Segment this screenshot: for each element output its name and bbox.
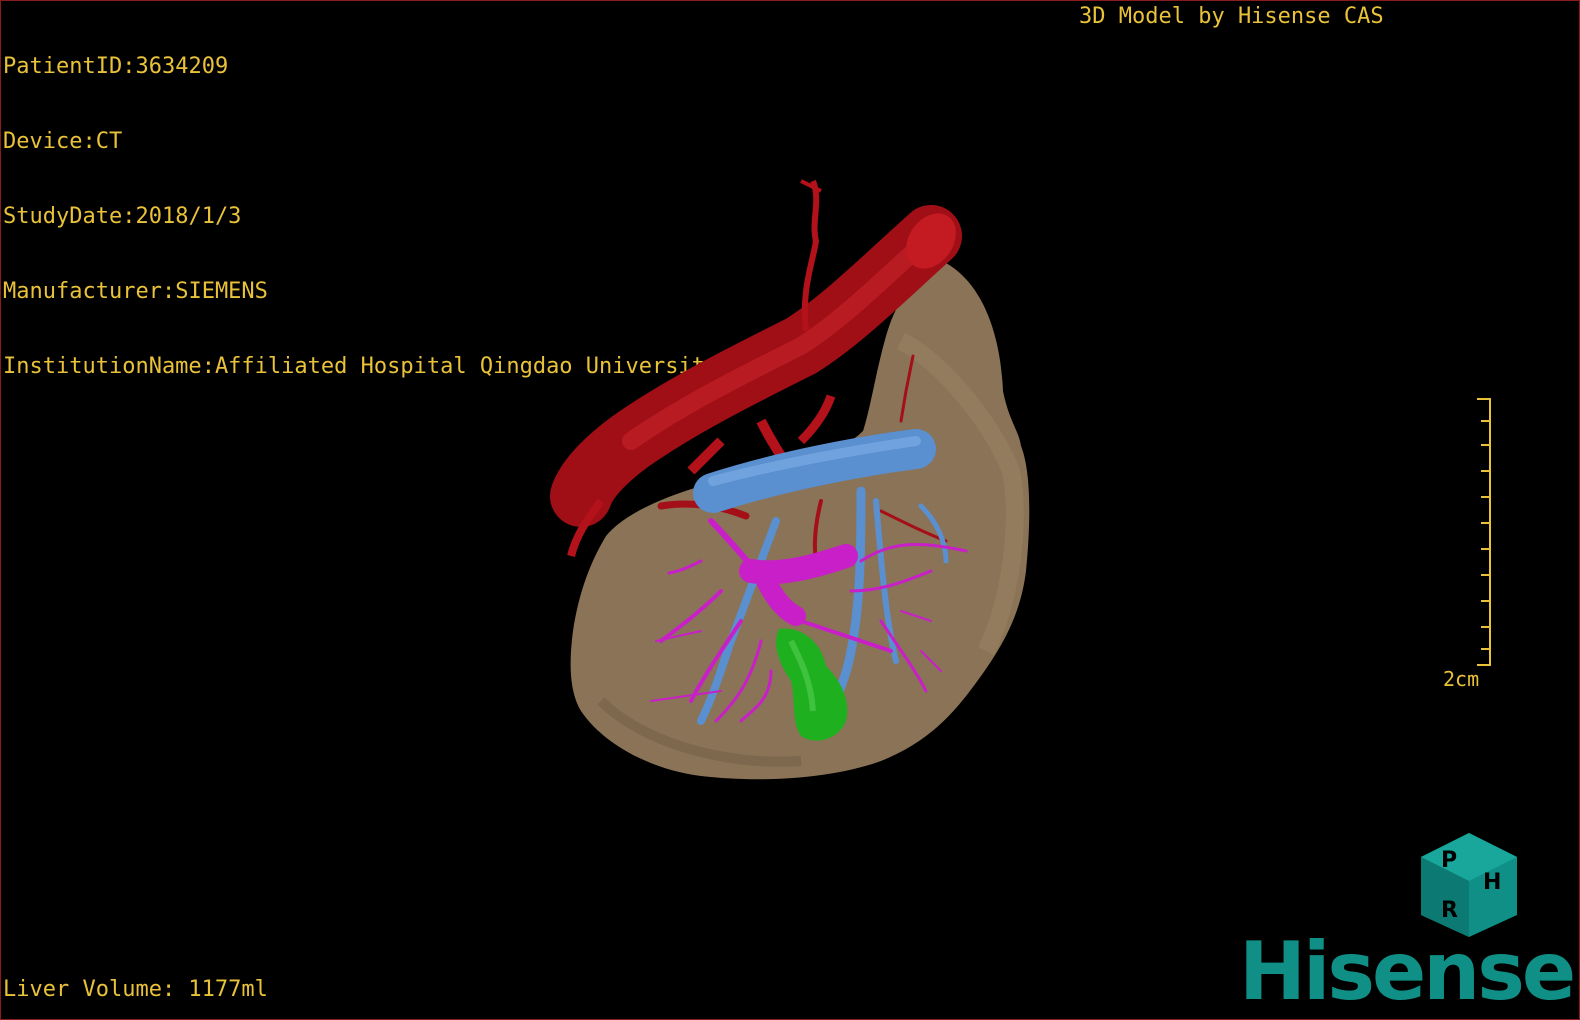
scale-bar: [1477, 398, 1491, 666]
cube-face-h: H: [1483, 870, 1501, 895]
hisense-logo: Hisense: [1239, 925, 1576, 1018]
cube-face-r: R: [1441, 898, 1458, 923]
cube-face-p: P: [1441, 848, 1457, 873]
scale-bar-label: 2cm: [1443, 667, 1480, 691]
liver-volume-readout: Liver Volume: 1177ml: [3, 977, 268, 1002]
render-viewport[interactable]: PatientID:3634209 Device:CT StudyDate:20…: [0, 0, 1580, 1020]
